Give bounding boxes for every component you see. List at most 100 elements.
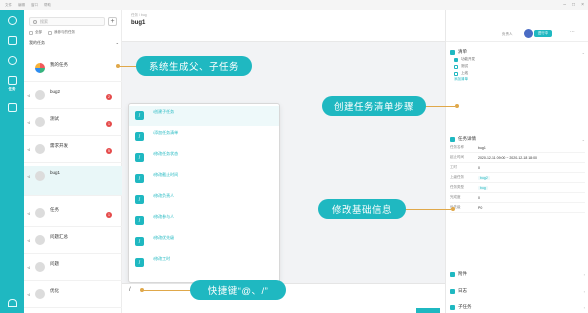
task-name: 问题 <box>50 261 59 266</box>
expand-icon[interactable]: ⊲ <box>27 120 33 125</box>
avatar <box>35 235 45 245</box>
info-header[interactable]: 任务详情 ⌄ <box>450 135 585 143</box>
field-label: 上级任务 <box>450 175 464 179</box>
attachment-header[interactable]: 附件 › <box>450 270 585 278</box>
field-row[interactable]: 上级任务 bug2 <box>450 173 585 183</box>
list-item[interactable]: ⊲ 需求开发 5 <box>24 139 122 163</box>
menu-item-create-subtask[interactable]: / /创建子任务 <box>129 106 279 126</box>
checkbox-icon[interactable] <box>454 64 458 69</box>
menu-item-deadline[interactable]: / /修改截止时间 <box>129 169 279 189</box>
menu-edit[interactable]: 编辑 <box>17 3 26 8</box>
slash-icon: / <box>135 111 144 120</box>
menu-item-add-checklist[interactable]: / /添加任务清单 <box>129 127 279 147</box>
search-input[interactable]: 搜索 <box>29 17 105 26</box>
checklist-header[interactable]: 清单 ⌄ <box>450 48 585 56</box>
avatar <box>35 171 45 181</box>
field-row[interactable]: 任务名称 bug1 <box>450 143 585 153</box>
status-badge[interactable]: 进行中 <box>534 30 552 37</box>
subtask-header[interactable]: 子任务 › <box>450 303 585 311</box>
field-row[interactable]: 任务类型 bug <box>450 183 585 193</box>
checklist-item-text: 功能开发 <box>461 57 475 61</box>
maximize-icon[interactable]: □ <box>572 2 575 8</box>
menu-item-status[interactable]: / /修改任务状态 <box>129 148 279 168</box>
checklist-item[interactable]: 功能开发 <box>454 56 585 63</box>
rail-apps[interactable] <box>2 103 22 112</box>
more-icon[interactable]: ⋯ <box>570 29 575 35</box>
log-header[interactable]: 日志 › <box>450 287 585 295</box>
menu-item-priority[interactable]: / /修改优先级 <box>129 232 279 252</box>
rail-chat[interactable] <box>2 36 22 45</box>
log-icon <box>450 288 455 294</box>
list-item[interactable]: ⊲ bug2 2 <box>24 85 122 109</box>
home-icon[interactable] <box>7 299 17 307</box>
list-item[interactable]: 我的任务 <box>24 58 122 82</box>
rail-tasks-label: 任务 <box>8 87 16 91</box>
callout-line <box>424 106 455 107</box>
attachment-title: 附件 <box>458 271 467 276</box>
task-detail-panel: 负责人 进行中 ⋯ 清单 ⌄ 功能开发 测试 上线 添加清单 任务详情 ⌄ 任务名称… <box>445 10 588 313</box>
expand-icon[interactable]: ⊲ <box>27 93 33 98</box>
chevron-down-icon: ⌄ <box>581 136 585 142</box>
menu-item-participants[interactable]: / /修改参与人 <box>129 211 279 231</box>
menu-item-hours[interactable]: / /修改工时 <box>129 253 279 273</box>
menu-window[interactable]: 窗口 <box>30 3 39 8</box>
callout-basic-info: 修改基础信息 <box>318 199 406 219</box>
menu-help[interactable]: 帮助 <box>43 3 52 8</box>
field-row[interactable]: 优先级 P0 <box>450 203 585 213</box>
rail-tasks[interactable]: 任务 <box>2 76 22 92</box>
add-checklist-button[interactable]: 添加清单 <box>454 77 585 84</box>
list-item[interactable]: ⊲ 问题 <box>24 257 122 281</box>
checkbox-icon[interactable] <box>454 71 458 76</box>
expand-icon[interactable]: ⊲ <box>27 211 33 216</box>
callout-parent-child: 系统生成父、子任务 <box>136 56 252 76</box>
task-name: 优化 <box>50 288 59 293</box>
task-name: 我的任务 <box>50 62 68 67</box>
checklist-item[interactable]: 测试 <box>454 63 585 70</box>
field-row[interactable]: 工时 0 <box>450 163 585 173</box>
unread-badge: 2 <box>106 94 112 100</box>
avatar <box>35 63 45 73</box>
list-item[interactable]: ⊲ 优化 <box>24 284 122 308</box>
info-icon <box>450 136 455 142</box>
avatar[interactable] <box>524 29 533 38</box>
expand-icon[interactable]: ⊲ <box>27 265 33 270</box>
chat-icon <box>7 36 17 45</box>
minimize-icon[interactable]: – <box>563 2 566 8</box>
checkbox-icon[interactable] <box>454 57 458 62</box>
rail-contacts[interactable] <box>2 56 22 65</box>
list-item[interactable]: ⊲ 问题汇总 <box>24 230 122 254</box>
field-value: 0 <box>478 195 480 200</box>
callout-dot <box>451 207 455 211</box>
menu-item-label: /添加任务清单 <box>153 130 179 135</box>
send-button[interactable] <box>416 308 440 313</box>
close-icon[interactable]: × <box>581 2 584 8</box>
filter-joined[interactable]: 我参与的任务 <box>48 30 75 35</box>
avatar <box>35 262 45 272</box>
expand-icon[interactable]: ⊲ <box>27 238 33 243</box>
expand-icon[interactable]: ⊲ <box>27 292 33 297</box>
task-name: 任务 <box>50 207 59 212</box>
checklist-icon <box>450 49 455 55</box>
list-item-selected[interactable]: ⊲ bug1 <box>24 166 122 196</box>
list-item[interactable]: ⊲ 测试 1 <box>24 112 122 136</box>
task-name: bug2 <box>50 89 61 94</box>
checklist-item[interactable]: 上线 <box>454 70 585 77</box>
field-row[interactable]: 起止时间 2020-12-11 09:00 ~ 2020-12-18 18:00 <box>450 153 585 163</box>
group-header[interactable]: 我的任务 ⌄ <box>29 40 119 46</box>
menu-file[interactable]: 文件 <box>4 3 13 8</box>
breadcrumb[interactable]: 任务 / bug <box>131 13 147 18</box>
menu-item-owner[interactable]: / /修改负责人 <box>129 190 279 210</box>
filter-all-label: 全部 <box>35 30 42 34</box>
expand-icon[interactable]: ⊲ <box>27 174 33 179</box>
add-task-button[interactable]: + <box>108 17 117 26</box>
rail-logo[interactable] <box>2 16 22 25</box>
field-value: P0 <box>478 205 483 210</box>
task-name: bug1 <box>50 170 61 175</box>
checklist-section: 清单 ⌄ 功能开发 测试 上线 添加清单 <box>450 48 585 84</box>
field-row[interactable]: 完成度 0 <box>450 193 585 203</box>
filter-all[interactable]: 全部 <box>29 30 42 35</box>
chevron-right-icon: › <box>583 304 585 310</box>
unread-badge: 5 <box>106 148 112 154</box>
list-item[interactable]: ⊲ 任务 1 <box>24 203 122 227</box>
expand-icon[interactable]: ⊲ <box>27 147 33 152</box>
